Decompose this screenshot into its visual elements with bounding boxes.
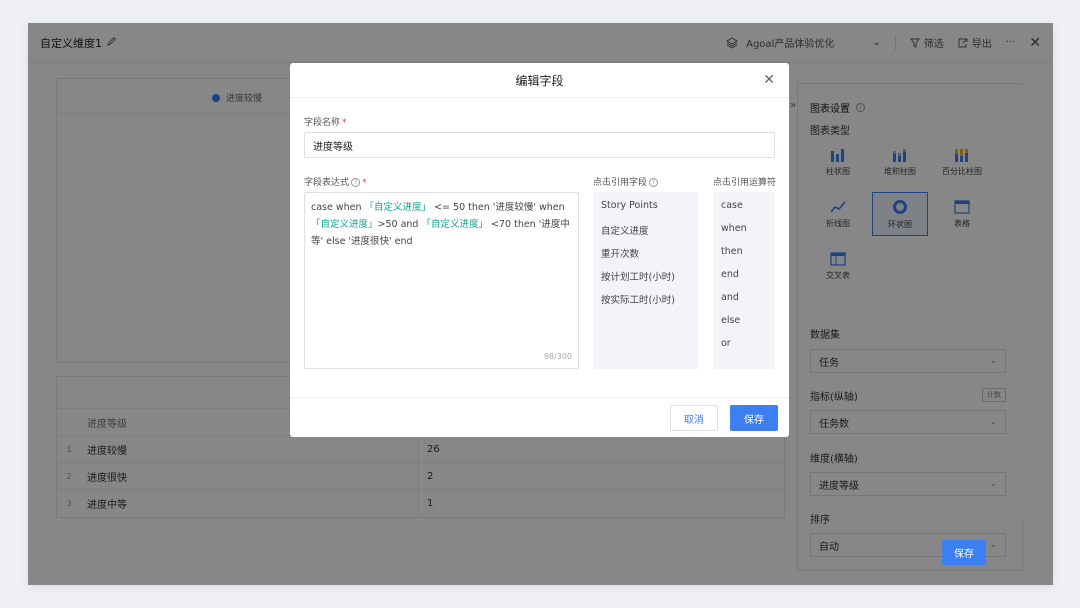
- edit-field-dialog: 编辑字段 ✕ 字段名称 * 进度等级 字段表达式? * case when 「自定义…: [290, 63, 789, 437]
- operator-item[interactable]: when: [721, 223, 767, 246]
- help-icon: ?: [351, 178, 361, 187]
- field-item[interactable]: 重开次数: [601, 246, 690, 269]
- char-counter: 98/300: [543, 352, 572, 361]
- dialog-title: 编辑字段: [515, 73, 564, 88]
- operator-item[interactable]: else: [721, 315, 767, 338]
- panel-scrollbar[interactable]: [1020, 85, 1024, 518]
- field-item[interactable]: Story Points: [601, 200, 690, 223]
- fields-label: 点击引用字段?: [593, 175, 659, 188]
- dialog-header: 编辑字段 ✕: [290, 63, 789, 98]
- field-token: 「自定义进度」: [311, 219, 378, 230]
- operator-item[interactable]: case: [721, 200, 767, 223]
- expression-editor[interactable]: case when 「自定义进度」 <= 50 then '进度较慢' when…: [304, 192, 579, 369]
- fields-label-text: 点击引用字段: [593, 178, 648, 188]
- expression-label-text: 字段表达式: [304, 178, 350, 188]
- field-name-input[interactable]: 进度等级: [304, 132, 775, 158]
- operator-item[interactable]: then: [721, 246, 767, 269]
- operator-item[interactable]: end: [721, 269, 767, 292]
- cancel-button[interactable]: 取消: [670, 405, 718, 431]
- help-icon: ?: [649, 178, 659, 187]
- operators-label: 点击引用运算符: [713, 178, 777, 188]
- dialog-footer: [290, 397, 789, 398]
- operator-item[interactable]: and: [721, 292, 767, 315]
- field-token: 「自定义进度」: [421, 219, 488, 230]
- field-name-label-text: 字段名称: [304, 118, 341, 128]
- required-mark: *: [342, 118, 347, 128]
- save-button[interactable]: 保存: [730, 405, 778, 431]
- required-mark: *: [362, 178, 367, 188]
- field-item[interactable]: 按实际工时(小时): [601, 292, 690, 315]
- expression-label: 字段表达式? *: [304, 175, 367, 188]
- field-reference-list: Story Points 自定义进度 重开次数 按计划工时(小时) 按实际工时(…: [593, 192, 698, 369]
- field-token: 「自定义进度」: [364, 202, 432, 213]
- field-item[interactable]: 按计划工时(小时): [601, 269, 690, 292]
- settings-save-button[interactable]: 保存: [942, 540, 986, 565]
- operator-reference-list: case when then end and else or: [713, 192, 775, 369]
- field-name-label: 字段名称 *: [304, 115, 347, 128]
- close-icon[interactable]: ✕: [763, 72, 775, 88]
- field-item[interactable]: 自定义进度: [601, 223, 690, 246]
- operator-item[interactable]: or: [721, 338, 767, 361]
